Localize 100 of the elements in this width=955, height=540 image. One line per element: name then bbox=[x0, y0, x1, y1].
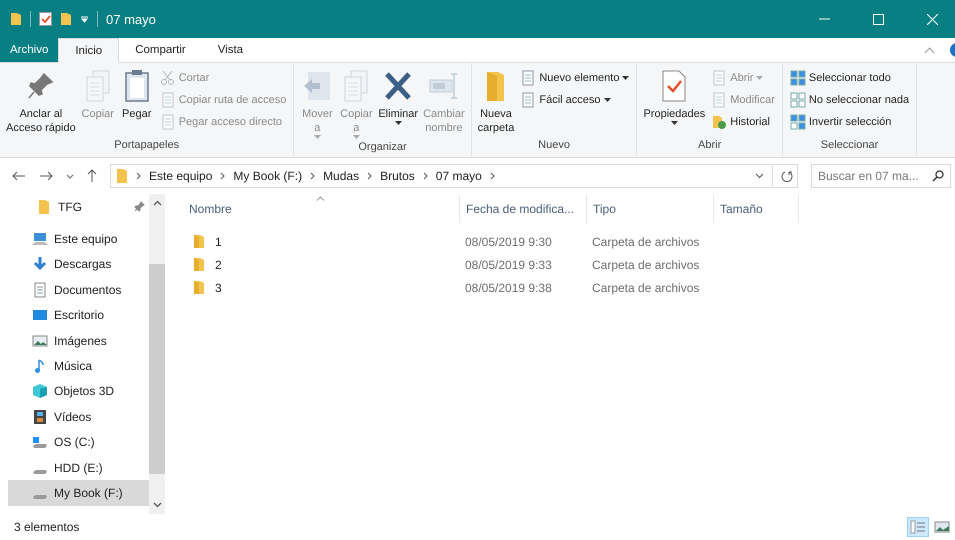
item-count: 3 elementos bbox=[14, 520, 80, 534]
folder-icon bbox=[36, 198, 52, 215]
table-cell-text: Carpeta de archivos bbox=[591, 280, 700, 294]
folder-icon bbox=[193, 257, 205, 272]
sidebar-item[interactable]: HDD (E:) bbox=[8, 454, 149, 480]
column-header[interactable]: Tamaño bbox=[714, 195, 799, 223]
ribbon-button[interactable]: Nuevo elemento bbox=[517, 68, 632, 88]
ribbon-button[interactable]: Seleccionar todo bbox=[786, 68, 912, 88]
chevron-right-icon bbox=[422, 172, 428, 180]
breadcrumb-item[interactable]: Este equipo bbox=[149, 169, 212, 183]
select-none-icon bbox=[790, 92, 806, 108]
chevron-right-icon bbox=[310, 172, 316, 180]
table-cell-text: 08/05/2019 9:38 bbox=[464, 280, 553, 294]
sidebar-item[interactable]: Documentos bbox=[8, 277, 149, 303]
table-cell-text: 08/05/2019 9:33 bbox=[464, 258, 553, 272]
window-title: 07 mayo bbox=[106, 12, 156, 26]
table-cell-text: Carpeta de archivos bbox=[591, 258, 700, 272]
scroll-down-icon[interactable] bbox=[152, 502, 162, 508]
close-icon bbox=[926, 14, 938, 24]
computer-icon bbox=[32, 231, 48, 248]
drive-icon bbox=[32, 494, 48, 500]
ribbon-button[interactable]: Anclar al Acceso rápido bbox=[4, 66, 78, 139]
table-cell-text: 08/05/2019 9:30 bbox=[464, 234, 553, 248]
group-label: Nuevo bbox=[537, 139, 571, 153]
sidebar-item[interactable]: Escritorio bbox=[8, 302, 149, 328]
chevron-right-icon bbox=[136, 172, 141, 180]
history-icon bbox=[711, 114, 728, 130]
ribbon-button[interactable]: Fácil acceso bbox=[517, 90, 632, 110]
image-icon bbox=[32, 332, 48, 349]
group-label: Portapapeles bbox=[113, 139, 180, 153]
sidebar-item[interactable]: Vídeos bbox=[8, 404, 149, 430]
scissors-icon bbox=[160, 70, 176, 86]
sort-caret-icon bbox=[316, 196, 325, 201]
sidebar-item[interactable]: Música bbox=[8, 353, 149, 379]
group-label: Seleccionar bbox=[820, 139, 880, 153]
drive-icon bbox=[32, 468, 48, 475]
scroll-up-icon[interactable] bbox=[152, 200, 162, 206]
sidebar-item[interactable]: TFG bbox=[8, 194, 149, 220]
group-label: Abrir bbox=[697, 139, 722, 153]
breadcrumb-item[interactable]: Brutos bbox=[380, 169, 415, 183]
collapse-icon[interactable] bbox=[924, 46, 935, 54]
forward-icon[interactable] bbox=[39, 171, 53, 181]
folder-icon bbox=[193, 280, 205, 295]
breadcrumb-item[interactable]: My Book (F:) bbox=[233, 169, 302, 183]
ribbon-button[interactable]: Historial bbox=[708, 112, 778, 132]
group-label: Organizar bbox=[357, 141, 408, 155]
select-all-icon bbox=[790, 70, 806, 86]
cube-icon bbox=[32, 383, 48, 400]
breadcrumb-item[interactable]: 07 mayo bbox=[436, 169, 482, 183]
maximize-icon bbox=[872, 14, 884, 24]
column-header[interactable]: Fecha de modifica... bbox=[460, 195, 587, 223]
ribbon-tab[interactable]: Inicio bbox=[58, 38, 120, 63]
column-header[interactable]: Nombre bbox=[188, 195, 460, 223]
ribbon-button[interactable]: Propiedades bbox=[641, 66, 708, 139]
ribbon-tab[interactable]: Archivo bbox=[0, 38, 58, 62]
scrollbar[interactable] bbox=[149, 194, 165, 514]
column-header[interactable]: Tipo bbox=[587, 195, 714, 223]
dropdown-icon[interactable] bbox=[80, 15, 89, 23]
up-arrow-icon[interactable] bbox=[87, 169, 97, 183]
sidebar-item[interactable]: My Book (F:) bbox=[8, 480, 149, 506]
chevron-right-icon bbox=[367, 172, 372, 180]
folder-icon[interactable] bbox=[10, 12, 22, 26]
sidebar-item[interactable]: OS (C:) bbox=[8, 430, 149, 455]
properties-icon[interactable] bbox=[39, 12, 52, 26]
film-icon bbox=[32, 408, 48, 425]
image-icon bbox=[934, 520, 950, 534]
chevron-right-icon bbox=[220, 172, 226, 180]
chevron-right-icon[interactable] bbox=[490, 172, 495, 180]
search-field[interactable]: Buscar en 07 ma... bbox=[811, 164, 951, 188]
document-icon bbox=[32, 282, 48, 298]
ribbon-button[interactable]: Nueva carpeta bbox=[476, 66, 516, 139]
invert-icon bbox=[790, 114, 806, 130]
ribbon-button[interactable]: No seleccionar nada bbox=[786, 90, 912, 110]
ribbon-button[interactable]: Eliminar bbox=[376, 66, 420, 141]
ribbon-button[interactable]: Pegar bbox=[118, 66, 156, 139]
chevron-down-icon[interactable] bbox=[66, 174, 74, 178]
ribbon-button[interactable]: Invertir selección bbox=[786, 112, 912, 132]
minimize-icon bbox=[818, 18, 830, 20]
chevron-down-icon[interactable] bbox=[755, 173, 764, 179]
file-name[interactable]: 1 bbox=[215, 234, 222, 248]
folder-icon bbox=[193, 234, 205, 249]
sidebar-item[interactable]: Objetos 3D bbox=[8, 378, 149, 404]
file-name[interactable]: 2 bbox=[215, 258, 222, 272]
list-icon bbox=[910, 520, 926, 534]
pin-icon[interactable] bbox=[134, 201, 145, 212]
sidebar-item[interactable]: Imágenes bbox=[8, 328, 149, 354]
refresh-icon[interactable] bbox=[781, 170, 793, 182]
table-cell-text: Carpeta de archivos bbox=[591, 234, 700, 248]
search-icon bbox=[932, 170, 944, 182]
breadcrumb-item[interactable]: Mudas bbox=[323, 169, 360, 183]
back-icon[interactable] bbox=[12, 171, 26, 181]
drive-icon bbox=[32, 434, 48, 450]
folder-icon bbox=[116, 168, 128, 184]
details-view-button[interactable] bbox=[907, 517, 929, 537]
address-bar[interactable]: Este equipo My Book (F:) Mudas Brutos 07 mayo bbox=[110, 164, 798, 188]
file-name[interactable]: 3 bbox=[215, 280, 222, 294]
folder-icon[interactable] bbox=[60, 12, 72, 26]
help-icon[interactable] bbox=[949, 42, 955, 58]
sidebar-item[interactable]: Descargas bbox=[8, 252, 149, 278]
sidebar-item[interactable]: Este equipo bbox=[8, 226, 149, 252]
